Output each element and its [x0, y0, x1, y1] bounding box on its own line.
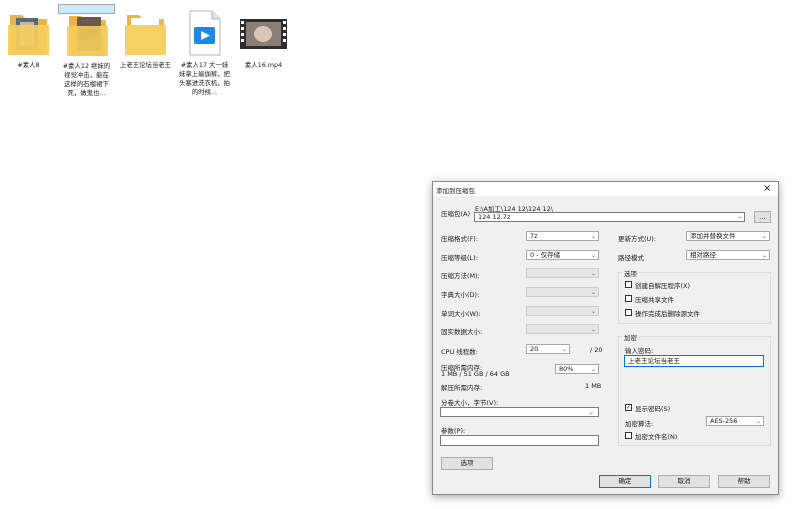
- level-label: 压缩等级(L):: [441, 254, 478, 262]
- shared-files-label: 压缩共享文件: [635, 296, 674, 304]
- dialog-title: 添加到压缩包: [436, 187, 475, 195]
- close-icon[interactable]: ×: [763, 183, 771, 194]
- add-to-archive-dialog: 添加到压缩包 × 压缩包(A) E:\A加工\124 12\124 12\ 12…: [432, 181, 779, 495]
- options-button[interactable]: 选项: [441, 457, 493, 470]
- split-label: 分卷大小，字节(V):: [441, 399, 499, 407]
- delete-after-label: 操作完成后删除源文件: [635, 310, 700, 318]
- desktop-item-folder-3[interactable]: 上老王论坛当老王: [117, 4, 174, 98]
- dict-label: 字典大小(D):: [441, 291, 480, 299]
- update-mode-select[interactable]: 添加并替换文件 ⌄: [686, 231, 770, 241]
- desktop-item-video-file[interactable]: #素人17 大一妹妹拿上瑜伽裤，把头塞进洗衣机，拍的时候...: [176, 4, 233, 98]
- desktop-item-label: #素人17 大一妹妹拿上瑜伽裤，把头塞进洗衣机，拍的时候...: [178, 61, 231, 96]
- solid-label: 固实数据大小:: [441, 328, 483, 336]
- chevron-down-icon: ⌄: [561, 346, 567, 353]
- chevron-down-icon: ⌄: [761, 252, 767, 259]
- split-size-input[interactable]: ⌄: [440, 407, 599, 417]
- params-input[interactable]: [440, 435, 599, 446]
- archive-name-input[interactable]: 124 12.7z: [474, 212, 745, 222]
- mem-value: 80%: [559, 365, 574, 373]
- update-label: 更新方式(U):: [618, 235, 657, 243]
- word-label: 单词大小(W):: [441, 310, 481, 318]
- level-select[interactable]: 0 - 仅存储 ⌄: [526, 250, 599, 260]
- mem-detail: 1 MB / 51 GB / 64 GB: [441, 370, 510, 378]
- pathmode-value: 相对路径: [690, 251, 716, 259]
- decomp-label: 解压所需内存:: [441, 384, 483, 392]
- cpu-total: / 20: [590, 346, 603, 354]
- desktop-item-folder-2[interactable]: #素人12 继妹的视觉冲击，能在这样的石榴裙下死，做鬼也...: [58, 4, 115, 97]
- sfx-checkbox[interactable]: [625, 281, 632, 288]
- format-label: 压缩格式(F):: [441, 235, 479, 243]
- video-thumbnail-icon: [240, 19, 287, 49]
- encrypt-names-checkbox[interactable]: [625, 432, 632, 439]
- show-password-checkbox[interactable]: ✓: [625, 404, 632, 411]
- encrypt-names-label: 加密文件名(N): [635, 433, 678, 441]
- cpu-threads-select[interactable]: 20 ⌄: [526, 344, 570, 354]
- chevron-down-icon: ⌄: [590, 366, 596, 373]
- enc-method-label: 加密算法:: [625, 420, 654, 428]
- desktop-item-video-thumb[interactable]: 素人16.mp4: [235, 4, 292, 98]
- chevron-down-icon: ⌄: [590, 270, 596, 277]
- folder-icon: [125, 15, 166, 55]
- show-password-label: 显示密码(S): [635, 405, 671, 413]
- cancel-button[interactable]: 取消: [658, 475, 710, 488]
- chevron-down-icon: ⌄: [590, 252, 596, 259]
- password-input[interactable]: 上老王论坛当老王: [624, 355, 764, 367]
- chevron-down-icon[interactable]: ⌄: [737, 213, 742, 220]
- cpu-label: CPU 线程数:: [441, 348, 478, 356]
- video-file-icon: [189, 10, 221, 56]
- password-label: 输入密码:: [625, 347, 654, 355]
- chevron-down-icon: ⌄: [590, 289, 596, 296]
- decomp-value: 1 MB: [585, 382, 602, 390]
- mem-usage-select[interactable]: 80% ⌄: [555, 364, 599, 374]
- method-select[interactable]: ⌄: [526, 268, 599, 278]
- ok-button[interactable]: 确定: [599, 475, 651, 488]
- solid-select[interactable]: ⌄: [526, 324, 599, 334]
- params-label: 参数(P):: [441, 427, 466, 435]
- method-label: 压缩方法(M):: [441, 272, 480, 280]
- cpu-value: 20: [530, 345, 539, 353]
- sfx-label: 创建自解压程序(X): [635, 282, 691, 290]
- desktop-item-label: #素人8: [17, 61, 40, 69]
- options-group-title: 选项: [622, 268, 639, 278]
- archive-label: 压缩包(A): [441, 210, 471, 218]
- update-value: 添加并替换文件: [690, 232, 736, 240]
- enc-method-value: AES-256: [710, 417, 738, 425]
- pathmode-label: 路径模式: [618, 254, 644, 262]
- folder-icon: [8, 15, 49, 55]
- encryption-group-title: 加密: [622, 332, 639, 342]
- enc-method-select[interactable]: AES-256 ⌄: [706, 416, 764, 426]
- word-select[interactable]: ⌄: [526, 306, 599, 316]
- dialog-titlebar[interactable]: 添加到压缩包 ×: [433, 182, 778, 196]
- level-value: 0 - 仅存储: [530, 251, 561, 259]
- help-button[interactable]: 帮助: [718, 475, 770, 488]
- folder-icon: [67, 16, 108, 56]
- desktop-item-label: 素人16.mp4: [244, 61, 283, 69]
- chevron-down-icon: ⌄: [590, 233, 596, 240]
- format-select[interactable]: 7z ⌄: [526, 231, 599, 241]
- chevron-down-icon: ⌄: [761, 233, 767, 240]
- shared-files-checkbox[interactable]: [625, 295, 632, 302]
- chevron-down-icon: ⌄: [588, 409, 594, 416]
- desktop-item-label: #素人12 继妹的视觉冲击，能在这样的石榴裙下死，做鬼也...: [62, 62, 111, 97]
- chevron-down-icon: ⌄: [755, 418, 761, 425]
- desktop-item-folder-1[interactable]: #素人8: [0, 4, 57, 98]
- path-mode-select[interactable]: 相对路径 ⌄: [686, 250, 770, 260]
- delete-after-checkbox[interactable]: [625, 309, 632, 316]
- desktop-item-label: 上老王论坛当老王: [119, 61, 172, 69]
- chevron-down-icon: ⌄: [590, 326, 596, 333]
- dict-select[interactable]: ⌄: [526, 287, 599, 297]
- browse-button[interactable]: ...: [754, 211, 771, 223]
- format-value: 7z: [530, 232, 538, 240]
- chevron-down-icon: ⌄: [590, 308, 596, 315]
